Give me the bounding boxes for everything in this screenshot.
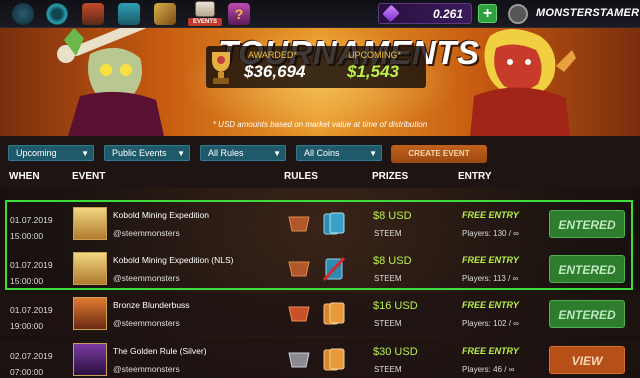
status-select-value: Upcoming [16,148,57,158]
dec-gem-icon [382,4,400,23]
card-set-icon [323,348,345,371]
add-balance-button[interactable]: + [478,4,497,23]
events-nav-label: EVENTS [188,18,222,26]
balance-value: 0.261 [432,7,463,21]
entry-type: FREE ENTRY [462,346,519,356]
prize-amount: $16 USD [373,300,418,312]
chevron-down-icon: ▼ [81,149,89,158]
chevron-down-icon: ▼ [177,149,185,158]
coins-select-value: All Coins [304,148,340,158]
event-thumbnail [73,343,107,376]
row-time: 07:00:00 [10,367,44,377]
status-select[interactable]: Upcoming ▼ [8,145,94,161]
rules-select-value: All Rules [208,148,244,158]
monster-icon[interactable] [82,3,104,25]
highlight-box [5,200,633,290]
tournaments-page: EVENTS ? 0.261 + MONSTERSTAMER AWARDED* … [0,0,640,378]
entry-type: FREE ENTRY [462,300,519,310]
event-organizer[interactable]: @steemmonsters [113,364,180,374]
top-nav: EVENTS ? 0.261 + MONSTERSTAMER [0,0,640,28]
row-datetime: 01.07.2019 19:00:00 [10,302,53,334]
coins-select[interactable]: All Coins ▼ [296,145,382,161]
chevron-down-icon: ▼ [369,149,377,158]
table-row[interactable]: 01.07.2019 19:00:00 Bronze Blunderbuss @… [0,292,640,336]
avatar[interactable] [508,4,528,24]
card-set-icon [323,302,345,325]
header-entry: ENTRY [458,171,492,182]
awarded-value: $36,694 [244,62,306,81]
question-icon[interactable]: ? [228,3,250,25]
header-prizes: PRIZES [372,171,409,182]
header-event: EVENT [72,171,106,182]
swirl-icon[interactable] [12,3,34,25]
event-organizer[interactable]: @steemmonsters [113,318,180,328]
chevron-down-icon: ▼ [273,149,281,158]
view-button[interactable]: VIEW [549,346,625,374]
row-time: 19:00:00 [10,321,44,331]
filter-bar: Upcoming ▼ Public Events ▼ All Rules ▼ A… [0,136,640,168]
table-header: WHEN EVENT RULES PRIZES ENTRY [0,168,640,188]
rules-select[interactable]: All Rules ▼ [200,145,286,161]
row-date: 02.07.2019 [10,351,53,361]
username[interactable]: MONSTERSTAMER [536,7,639,19]
event-thumbnail [73,297,107,330]
header-rules: RULES [284,171,318,182]
prize-coin: STEEM [374,319,402,328]
row-datetime: 02.07.2019 07:00:00 [10,348,53,378]
events-icon [195,1,215,17]
upcoming-value: $1,543 [347,62,399,81]
event-name[interactable]: Bronze Blunderbuss [113,300,190,310]
sword-icon[interactable] [154,3,176,25]
entered-button[interactable]: ENTERED [549,300,625,328]
bronze-league-icon [288,306,310,322]
event-name[interactable]: The Golden Rule (Silver) [113,346,207,356]
header-when: WHEN [9,171,40,182]
silver-league-icon [288,352,310,368]
visibility-select[interactable]: Public Events ▼ [104,145,190,161]
create-event-button[interactable]: CREATE EVENT [391,145,487,163]
dec-balance[interactable]: 0.261 [378,3,472,24]
table-row[interactable]: 02.07.2019 07:00:00 The Golden Rule (Sil… [0,338,640,378]
events-nav[interactable]: EVENTS [188,0,222,28]
upcoming-label: UPCOMING* [348,50,402,60]
prize-coin: STEEM [374,365,402,374]
awarded-label: AWARDED* [248,50,297,60]
cards-icon[interactable] [118,3,140,25]
trophy-icon [212,52,230,84]
usd-disclaimer: * USD amounts based on market value at t… [212,120,428,129]
row-date: 01.07.2019 [10,305,53,315]
vortex-icon[interactable] [46,3,68,25]
visibility-select-value: Public Events [112,148,167,158]
players-count: Players: 46 / ∞ [462,365,515,374]
prize-amount: $30 USD [373,346,418,358]
players-count: Players: 102 / ∞ [462,319,519,328]
